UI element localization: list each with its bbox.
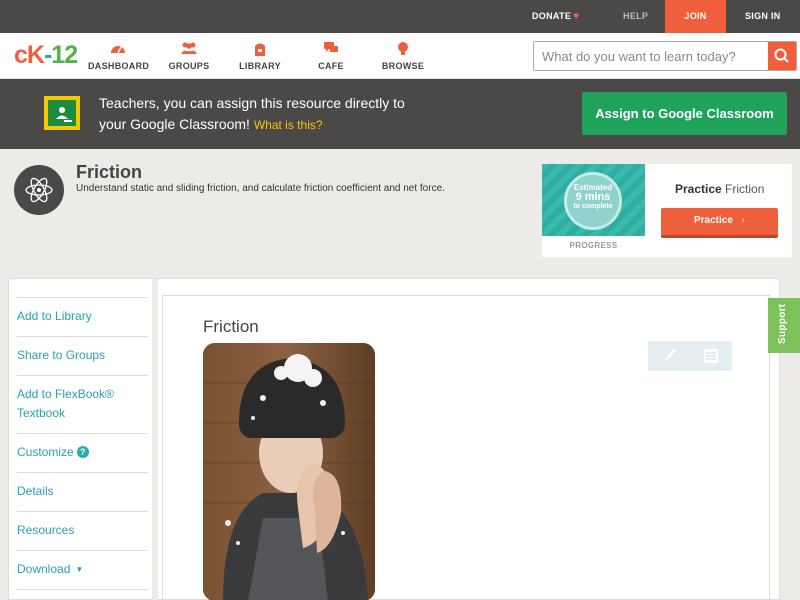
search-input[interactable] <box>534 42 769 70</box>
progress-image: Estimated 9 mins to complete <box>542 164 645 236</box>
friction-photo <box>203 343 375 600</box>
join-button[interactable]: JOIN <box>665 0 726 33</box>
google-classroom-icon <box>44 96 80 130</box>
main-nav: cK-12 DASHBOARD GROUPS LIBRARY CAFE BROW… <box>0 33 800 79</box>
progress-estimate-badge: Estimated 9 mins to complete <box>564 172 622 230</box>
nav-dashboard[interactable]: DASHBOARD <box>88 41 150 71</box>
banner-line-1: Teachers, you can assign this resource d… <box>99 95 405 111</box>
sidebar-item-download[interactable]: Download ▼ <box>17 550 148 589</box>
top-utility-bar: DONATE ♥ HELP JOIN SIGN IN <box>0 0 800 33</box>
sidebar-item-resources[interactable]: Resources <box>17 511 148 550</box>
practice-button-label: Practice <box>693 215 733 226</box>
support-label: Support <box>777 303 788 344</box>
sidebar-item-add-to-flexbook[interactable]: Add to FlexBook® Textbook <box>17 375 148 433</box>
sidebar-item-details[interactable]: Details <box>17 472 148 511</box>
caret-down-icon: ▼ <box>75 565 84 574</box>
nav-browse-label: BROWSE <box>381 61 425 71</box>
support-tab[interactable]: Support <box>768 298 800 353</box>
sidebar-item-add-to-library[interactable]: Add to Library <box>17 297 148 336</box>
notes-icon[interactable] <box>690 341 732 371</box>
search-box <box>533 41 797 71</box>
concept-title: Friction <box>76 162 142 182</box>
article-panel: Friction <box>162 295 770 600</box>
nav-groups[interactable]: GROUPS <box>166 41 212 71</box>
atom-icon <box>14 165 64 215</box>
help-link[interactable]: HELP <box>623 0 648 33</box>
library-bag-icon <box>238 41 282 57</box>
customize-label: Customize <box>17 445 74 459</box>
dashboard-gauge-icon <box>88 41 148 57</box>
heart-icon: ♥ <box>573 11 580 22</box>
nav-library[interactable]: LIBRARY <box>238 41 282 71</box>
groups-people-icon <box>166 41 212 57</box>
nav-browse[interactable]: BROWSE <box>380 41 426 71</box>
nav-groups-label: GROUPS <box>168 61 210 71</box>
progress-label: PROGRESS <box>569 241 618 250</box>
search-button[interactable] <box>768 42 796 70</box>
practice-button[interactable]: Practice › <box>661 208 778 238</box>
assign-to-google-classroom-button[interactable]: Assign to Google Classroom <box>582 92 787 135</box>
search-icon <box>774 48 789 63</box>
banner-line-2: your Google Classroom! <box>99 116 250 132</box>
progress-mins: 9 mins <box>575 191 611 203</box>
practice-heading: Practice Friction <box>675 182 764 196</box>
help-icon[interactable]: ? <box>76 446 89 458</box>
content-area: Add to Library Share to Groups Add to Fl… <box>8 278 780 600</box>
cafe-chat-icon <box>314 41 348 57</box>
nav-cafe[interactable]: CAFE <box>314 41 348 71</box>
nav-cafe-label: CAFE <box>318 61 344 71</box>
progress-to-complete: to complete <box>573 203 613 210</box>
content-divider <box>152 279 158 600</box>
practice-heading-bold: Practice <box>675 182 722 196</box>
quick-tips-heading[interactable]: Quick Tips <box>17 589 148 600</box>
download-label: Download <box>17 562 71 576</box>
sign-in-link[interactable]: SIGN IN <box>745 0 781 33</box>
article-title: Friction <box>203 317 259 336</box>
annotation-toolbar <box>648 341 732 371</box>
concept-description: Understand static and sliding friction, … <box>76 183 445 194</box>
practice-heading-topic: Friction <box>725 182 765 196</box>
banner-message: Teachers, you can assign this resource d… <box>99 93 459 136</box>
ck12-logo[interactable]: cK-12 <box>14 41 78 70</box>
what-is-this-link[interactable]: What is this? <box>254 118 323 132</box>
nav-library-label: LIBRARY <box>239 61 281 71</box>
browse-bulb-icon <box>380 41 426 57</box>
sidebar: Add to Library Share to Groups Add to Fl… <box>17 279 148 600</box>
chevron-right-icon: › <box>741 215 746 226</box>
logo-num: 12 <box>51 41 78 69</box>
donate-label: DONATE <box>532 11 572 21</box>
nav-dashboard-label: DASHBOARD <box>88 61 150 71</box>
donate-link[interactable]: DONATE ♥ <box>532 0 579 33</box>
logo-ck: cK <box>14 41 45 69</box>
google-classroom-banner: Teachers, you can assign this resource d… <box>0 79 800 149</box>
practice-card: Estimated 9 mins to complete PROGRESS Pr… <box>542 164 792 257</box>
sidebar-item-customize[interactable]: Customize? <box>17 433 148 472</box>
pencil-icon[interactable] <box>648 341 690 371</box>
sidebar-item-share-to-groups[interactable]: Share to Groups <box>17 336 148 375</box>
